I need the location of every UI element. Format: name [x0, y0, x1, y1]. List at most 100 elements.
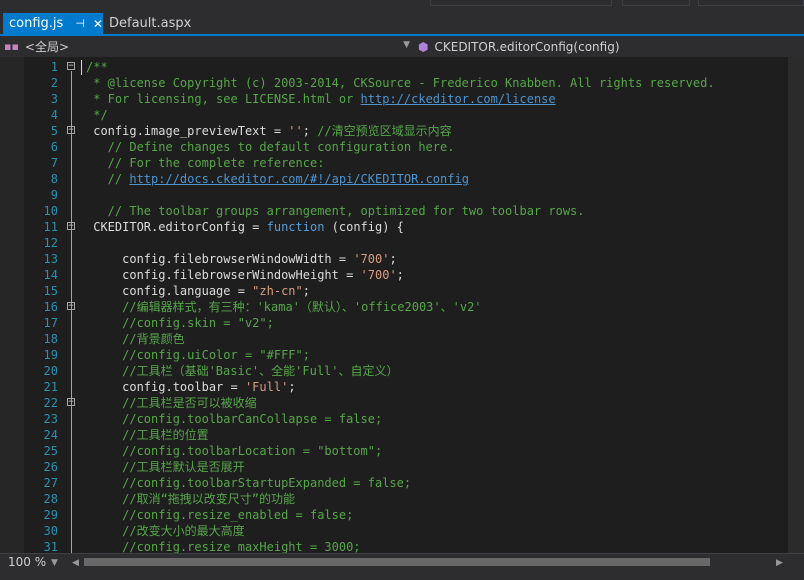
code-token: 'Full': [244, 380, 289, 394]
code-text: * @license Copyright (c) 2003-2014, CKSo…: [86, 75, 714, 91]
code-token: //config.toolbarCanCollapse = false;: [86, 412, 383, 426]
code-line[interactable]: 8 // http://docs.ckeditor.com/#!/api/CKE…: [0, 171, 804, 187]
code-token: '700': [360, 268, 397, 282]
code-token: //config.uiColor = "#FFF";: [86, 348, 310, 362]
line-number: 24: [43, 428, 58, 442]
line-number: 9: [50, 188, 58, 202]
editor-bottom-bar: 100 % ▼ ◀ ▶: [0, 553, 804, 572]
code-line[interactable]: 17 //config.skin = "v2";: [0, 315, 804, 331]
tab-default-aspx[interactable]: Default.aspx: [104, 13, 224, 34]
document-tab-strip: config.js ⊣ ✕ Default.aspx: [0, 0, 804, 36]
tab-config-js[interactable]: config.js ⊣ ✕: [3, 13, 103, 34]
member-dropdown[interactable]: ⬢ CKEDITOR.editorConfig(config): [418, 36, 804, 57]
code-line[interactable]: 19 //config.uiColor = "#FFF";: [0, 347, 804, 363]
text-caret: [81, 60, 82, 75]
code-token: '700': [353, 252, 390, 266]
code-token: ;: [302, 124, 318, 138]
zoom-level[interactable]: 100 %: [8, 555, 46, 569]
vertical-scrollbar[interactable]: [788, 57, 804, 553]
code-line[interactable]: 13 config.filebrowserWindowWidth = '700'…: [0, 251, 804, 267]
tool-window-strip: [0, 571, 804, 580]
code-text: /**: [86, 59, 108, 75]
code-token: config.image_previewText =: [86, 124, 289, 138]
code-line[interactable]: 27 //config.toolbarStartupExpanded = fal…: [0, 475, 804, 491]
line-number: 8: [50, 172, 58, 186]
pin-icon[interactable]: ⊣: [75, 17, 85, 30]
code-line[interactable]: 11− CKEDITOR.editorConfig = function (co…: [0, 219, 804, 235]
code-token: /**: [86, 60, 108, 74]
code-line[interactable]: 3 * For licensing, see LICENSE.html or h…: [0, 91, 804, 107]
code-token: //config.resize_maxHeight = 3000;: [86, 540, 361, 553]
code-token: config.filebrowserWindowWidth =: [86, 252, 354, 266]
code-text: //config.skin = "v2";: [86, 315, 274, 331]
code-line[interactable]: 7 // For the complete reference:: [0, 155, 804, 171]
code-line[interactable]: 12: [0, 235, 804, 251]
code-line[interactable]: 2 * @license Copyright (c) 2003-2014, CK…: [0, 75, 804, 91]
code-line[interactable]: 21 config.toolbar = 'Full';: [0, 379, 804, 395]
code-line[interactable]: 23 //config.toolbarCanCollapse = false;: [0, 411, 804, 427]
toolbar-fragment: [430, 0, 612, 6]
code-token: //改变大小的最大高度: [86, 524, 245, 538]
scroll-left-arrow-icon[interactable]: ◀: [72, 558, 79, 568]
code-line[interactable]: 15 config.language = "zh-cn";: [0, 283, 804, 299]
code-token: */: [86, 108, 108, 122]
code-line[interactable]: 24 //工具栏的位置: [0, 427, 804, 443]
code-token: ;: [396, 268, 404, 282]
code-token: * For licensing, see LICENSE.html or: [86, 92, 361, 106]
code-token: function: [266, 220, 325, 234]
member-label: CKEDITOR.editorConfig(config): [434, 39, 620, 54]
code-token: //config.resize_enabled = false;: [86, 508, 354, 522]
line-number: 14: [43, 268, 58, 282]
code-line[interactable]: 26 //工具栏默认是否展开: [0, 459, 804, 475]
code-line[interactable]: 6 // Define changes to default configura…: [0, 139, 804, 155]
code-line[interactable]: 29 //config.resize_enabled = false;: [0, 507, 804, 523]
code-text: */: [86, 107, 108, 123]
code-text: config.filebrowserWindowWidth = '700';: [86, 251, 397, 267]
code-line[interactable]: 16− //编辑器样式，有三种：'kama'（默认）、'office2003'、…: [0, 299, 804, 315]
code-token: "zh-cn": [252, 284, 303, 298]
scroll-right-arrow-icon[interactable]: ▶: [776, 558, 783, 568]
namespace-icon: ▪▪: [4, 40, 19, 53]
scope-dropdown[interactable]: ▪▪ <全局> ▼: [4, 36, 414, 57]
code-line[interactable]: 9: [0, 187, 804, 203]
scope-label: <全局>: [24, 40, 70, 54]
code-line[interactable]: 30 //改变大小的最大高度: [0, 523, 804, 539]
code-line[interactable]: 10 // The toolbar groups arrangement, op…: [0, 203, 804, 219]
code-text: // For the complete reference:: [86, 155, 325, 171]
close-icon[interactable]: ✕: [93, 17, 103, 31]
code-line[interactable]: 14 config.filebrowserWindowHeight = '700…: [0, 267, 804, 283]
code-line[interactable]: 28 //取消“拖拽以改变尺寸”的功能: [0, 491, 804, 507]
line-number: 1: [50, 60, 58, 74]
code-line[interactable]: 5− config.image_previewText = ''; //清空预览…: [0, 123, 804, 139]
code-line[interactable]: 1− /**: [0, 59, 804, 75]
code-text: // The toolbar groups arrangement, optim…: [86, 203, 585, 219]
code-text: // Define changes to default configurati…: [86, 139, 455, 155]
code-hyperlink[interactable]: http://docs.ckeditor.com/#!/api/CKEDITOR…: [129, 172, 469, 186]
code-hyperlink[interactable]: http://ckeditor.com/license: [361, 92, 556, 106]
line-number: 26: [43, 460, 58, 474]
code-line[interactable]: 20 //工具栏（基础'Basic'、全能'Full'、自定义）: [0, 363, 804, 379]
line-number: 17: [43, 316, 58, 330]
line-number: 27: [43, 476, 58, 490]
code-token: // Define changes to default configurati…: [86, 140, 455, 154]
zoom-dropdown-arrow-icon[interactable]: ▼: [51, 558, 58, 568]
code-token: (config) {: [324, 220, 404, 234]
code-token: //工具栏是否可以被收缩: [86, 396, 257, 410]
line-number: 22: [43, 396, 58, 410]
code-editor[interactable]: 1− /** 2 * @license Copyright (c) 2003-201…: [0, 57, 804, 553]
code-token: //config.toolbarLocation = "bottom";: [86, 444, 383, 458]
code-line[interactable]: 22− //工具栏是否可以被收缩: [0, 395, 804, 411]
code-line[interactable]: 25 //config.toolbarLocation = "bottom";: [0, 443, 804, 459]
line-number: 31: [43, 540, 58, 553]
code-text: config.toolbar = 'Full';: [86, 379, 295, 395]
collapse-icon[interactable]: −: [67, 62, 75, 71]
code-token: config.toolbar =: [86, 380, 245, 394]
code-text: // http://docs.ckeditor.com/#!/api/CKEDI…: [86, 171, 469, 187]
code-line[interactable]: 31 //config.resize_maxHeight = 3000;: [0, 539, 804, 553]
code-text: //config.resize_enabled = false;: [86, 507, 353, 523]
horizontal-scrollbar-thumb[interactable]: [84, 558, 710, 566]
line-number: 21: [43, 380, 58, 394]
code-line[interactable]: 18 //背景颜色: [0, 331, 804, 347]
code-line[interactable]: 4 */: [0, 107, 804, 123]
code-token: //config.skin = "v2";: [86, 316, 274, 330]
